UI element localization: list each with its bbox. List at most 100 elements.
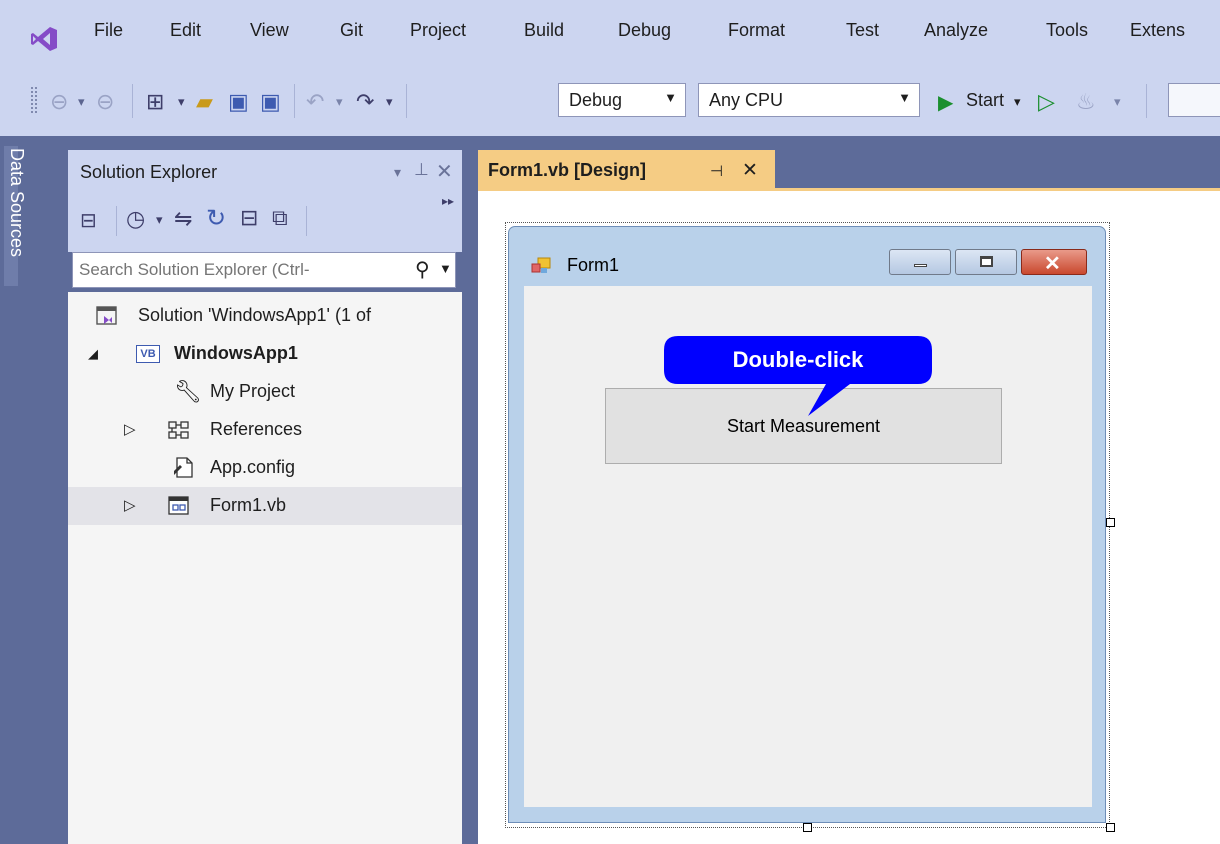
menu-edit[interactable]: Edit <box>170 20 201 41</box>
maximize-icon <box>980 256 993 267</box>
menu-extensions[interactable]: Extens <box>1130 20 1185 41</box>
close-button[interactable]: ✕ <box>1021 249 1087 275</box>
visual-studio-logo-icon[interactable] <box>30 26 58 52</box>
close-icon: ✕ <box>1044 253 1061 275</box>
tree-item-form1[interactable]: ▷ Form1.vb <box>68 487 462 525</box>
dropdown-arrow-icon[interactable]: ▾ <box>336 94 343 110</box>
tree-item-solution[interactable]: Solution 'WindowsApp1' (1 of <box>68 297 462 335</box>
refresh-icon[interactable]: ↻ <box>206 204 226 233</box>
chevron-down-icon: ▼ <box>898 90 911 105</box>
resize-handle-right[interactable] <box>1106 518 1115 527</box>
dropdown-arrow-icon[interactable]: ▾ <box>386 94 393 110</box>
tab-form1-design[interactable]: Form1.vb [Design] ⊣ ✕ <box>478 150 775 190</box>
toolbar-separator <box>132 84 133 118</box>
search-icon[interactable]: ⚲ <box>415 257 430 282</box>
start-debugging-button[interactable]: ▶ Start ▾ <box>934 86 1030 116</box>
toolbar-overflow-icon[interactable]: ▸▸ <box>442 194 454 208</box>
form-title: Form1 <box>567 255 620 275</box>
menu-build[interactable]: Build <box>524 20 564 41</box>
close-icon[interactable]: ✕ <box>742 159 758 182</box>
chevron-down-icon: ▾ <box>1014 94 1021 109</box>
hot-reload-icon[interactable]: ♨ <box>1076 89 1096 115</box>
menu-test[interactable]: Test <box>846 20 879 41</box>
menu-view[interactable]: View <box>250 20 289 41</box>
chevron-down-icon[interactable]: ▼ <box>439 261 452 276</box>
tree-item-references[interactable]: ▷ References <box>68 411 462 449</box>
tab-title: Form1.vb [Design] <box>488 160 647 180</box>
tree-item-app-config[interactable]: App.config <box>68 449 462 487</box>
tree-item-label: WindowsApp1 <box>174 343 298 363</box>
dropdown-arrow-icon[interactable]: ▾ <box>178 94 185 110</box>
dropdown-arrow-icon[interactable]: ▾ <box>78 94 85 110</box>
tree-item-project[interactable]: ◢ VB WindowsApp1 <box>68 335 462 373</box>
save-icon[interactable]: ▣ <box>228 89 249 115</box>
solution-icon <box>96 305 118 327</box>
solution-explorer-header: Solution Explorer ▾ ⊥ ✕ <box>68 150 462 192</box>
navigate-back-icon[interactable]: ⊖ <box>50 89 68 115</box>
tree-item-label: References <box>210 419 303 439</box>
dropdown-arrow-icon[interactable]: ▾ <box>156 212 163 228</box>
solution-platform-dropdown[interactable]: Any CPU ▼ <box>698 83 920 117</box>
navigate-forward-icon[interactable]: ⊖ <box>96 89 114 115</box>
pin-icon[interactable]: ⊣ <box>710 162 723 180</box>
undo-icon[interactable]: ↶ <box>306 89 324 115</box>
toolbar-separator <box>116 206 117 236</box>
play-icon: ▶ <box>938 92 954 114</box>
data-sources-tab-label[interactable]: Data Sources <box>0 148 27 257</box>
toolbar-separator <box>306 206 307 236</box>
window-options-icon[interactable]: ▾ <box>394 164 401 181</box>
config-file-icon <box>172 457 194 479</box>
tree-item-label: Form1.vb <box>210 495 287 515</box>
form-app-icon <box>531 257 551 275</box>
toolbar-separator <box>1146 84 1147 118</box>
collapse-all-icon[interactable]: ⊟ <box>240 205 258 231</box>
tree-item-my-project[interactable]: 🔧︎ My Project <box>68 373 462 411</box>
toolbar-separator <box>294 84 295 118</box>
switch-views-icon[interactable]: ⊟ <box>80 208 97 233</box>
search-box[interactable] <box>1168 83 1220 117</box>
redo-icon[interactable]: ↷ <box>356 89 374 115</box>
menu-debug[interactable]: Debug <box>618 20 671 41</box>
open-file-icon[interactable]: ▰ <box>196 89 213 115</box>
menu-tools[interactable]: Tools <box>1046 20 1088 41</box>
resize-handle-corner[interactable] <box>1106 823 1115 832</box>
tree-item-label: My Project <box>210 381 296 401</box>
solution-explorer-title: Solution Explorer <box>80 162 218 182</box>
pending-changes-filter-icon[interactable]: ◷ <box>126 206 145 232</box>
callout-text: Double-click <box>732 347 864 372</box>
show-all-files-icon[interactable]: ⧉ <box>272 205 288 231</box>
sync-with-active-document-icon[interactable]: ⇋ <box>174 206 192 232</box>
minimize-icon <box>914 264 927 267</box>
wrench-icon: 🔧︎ <box>174 379 202 404</box>
configuration-value: Debug <box>569 90 623 110</box>
menu-project[interactable]: Project <box>410 20 466 41</box>
vb-project-icon: VB <box>136 345 160 363</box>
dropdown-arrow-icon[interactable]: ▾ <box>1114 94 1121 110</box>
tree-item-label: App.config <box>210 457 296 477</box>
toolbar-grip-icon[interactable] <box>30 86 38 114</box>
chevron-down-icon: ▼ <box>664 90 677 105</box>
new-project-icon[interactable]: ⊞ <box>146 89 164 115</box>
pin-icon[interactable]: ⊥ <box>414 160 429 180</box>
menu-file[interactable]: File <box>94 20 123 41</box>
tree-item-label: Solution 'WindowsApp1' (1 of <box>138 305 371 325</box>
start-label: Start <box>966 90 1005 110</box>
expanded-triangle-icon[interactable]: ◢ <box>88 346 98 362</box>
solution-configuration-dropdown[interactable]: Debug ▼ <box>558 83 686 117</box>
solution-explorer-search[interactable]: ⚲ ▼ <box>72 252 456 288</box>
collapsed-triangle-icon[interactable]: ▷ <box>124 420 136 438</box>
minimize-button[interactable] <box>889 249 951 275</box>
menu-git[interactable]: Git <box>340 20 363 41</box>
references-icon <box>168 420 190 440</box>
close-icon[interactable]: ✕ <box>436 159 453 184</box>
platform-value: Any CPU <box>709 90 784 110</box>
collapsed-triangle-icon[interactable]: ▷ <box>124 496 136 514</box>
maximize-button[interactable] <box>955 249 1017 275</box>
menu-analyze[interactable]: Analyze <box>924 20 988 41</box>
save-all-icon[interactable]: ▣ <box>260 89 281 115</box>
search-input[interactable] <box>79 258 399 282</box>
start-without-debugging-icon[interactable]: ▷ <box>1038 89 1055 115</box>
resize-handle-bottom[interactable] <box>803 823 812 832</box>
menu-format[interactable]: Format <box>728 20 785 41</box>
toolbar-separator <box>406 84 407 118</box>
